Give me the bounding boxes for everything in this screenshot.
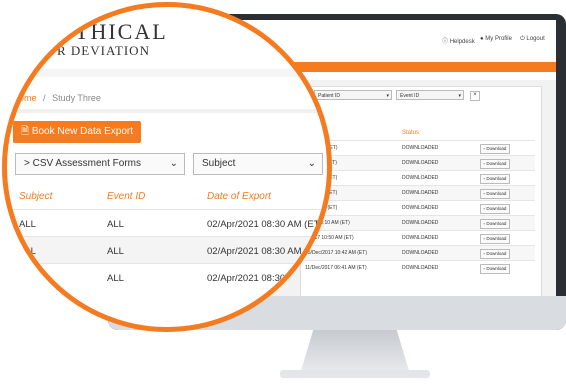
file-icon: ▫ (483, 161, 486, 166)
file-icon: ▫ (483, 206, 486, 211)
file-icon: ▫ (483, 176, 486, 181)
help-icon: ⓘ (442, 39, 449, 45)
event-id-cell: ALL (107, 273, 124, 284)
table-row: ALL ALL 02/Apr/2021 08:30 AM (ET) (7, 209, 325, 237)
user-icon: ● (480, 36, 484, 42)
download-button[interactable]: ▫ Download (480, 204, 510, 214)
chevron-down-icon: ⌄ (169, 158, 178, 169)
subject-cell: ALL (19, 246, 36, 257)
clear-filter-button[interactable]: × (470, 91, 480, 101)
breadcrumb: ome / Study Three (19, 93, 101, 103)
download-button[interactable]: ▫ Download (480, 189, 510, 199)
my-profile-link[interactable]: ● My Profile (480, 36, 512, 42)
export-status: DOWNLOADED (402, 265, 439, 271)
event-id-select[interactable]: Event ID ▾ (396, 90, 464, 100)
subject-select[interactable]: Subject ⌄ (193, 153, 323, 175)
download-button[interactable]: ▫ Download (480, 264, 510, 274)
table-row: ALL ALL 02/Apr/2021 08:30 AM (ET) (7, 263, 325, 291)
table-row: 15/Dec/2017 10:42 AM (ET) DOWNLOADED ▫ Dow… (305, 245, 535, 261)
download-button[interactable]: ▫ Download (480, 234, 510, 244)
chevron-down-icon: ▾ (458, 93, 461, 99)
file-icon: ▫ (483, 266, 486, 271)
download-button[interactable]: ▫ Download (480, 144, 510, 154)
column-header-status: Status (402, 130, 420, 136)
table-row: 11/Dec/2017 06:41 AM (ET) DOWNLOADED ▫ Dow… (305, 260, 535, 276)
table-row: ALL ALL 02/Apr/2021 08:30 AM (ET) (7, 236, 325, 264)
file-icon: ▫ (483, 221, 486, 226)
chevron-down-icon: ⌄ (307, 158, 316, 169)
brand-name: THICAL (75, 19, 168, 44)
export-status: DOWNLOADED (402, 145, 439, 151)
export-status: DOWNLOADED (402, 160, 439, 166)
export-status: DOWNLOADED (402, 250, 439, 256)
date-of-export-cell: 02/Apr/2021 08:30 AM (ET) (207, 246, 323, 257)
export-status: DOWNLOADED (402, 205, 439, 211)
helpdesk-link[interactable]: ⓘ Helpdesk (442, 36, 475, 45)
download-button[interactable]: ▫ Download (480, 249, 510, 259)
table-row: 05:52 AM (ET)DOWNLOADED▫ Download (305, 185, 535, 201)
table-row: 2017 03:10 AM (ET) DOWNLOADED ▫ Download (305, 215, 535, 231)
table-row: 03:55 AM (ET)DOWNLOADED▫ Download (305, 200, 535, 216)
file-icon: ▫ (483, 146, 486, 151)
breadcrumb-current: Study Three (52, 93, 101, 103)
monitor-stand (300, 330, 410, 374)
table-row: 05:58 AM (ET)DOWNLOADED▫ Download (305, 170, 535, 186)
subject-cell: ALL (19, 273, 36, 284)
lens-divider (7, 109, 327, 113)
file-icon: ▫ (483, 236, 486, 241)
file-icon: 🗎 (21, 126, 30, 137)
book-new-data-export-button[interactable]: 🗎 Book New Data Export (13, 121, 141, 143)
table-row: 11:54 AM (ET)DOWNLOADED▫ Download (305, 155, 535, 171)
chevron-down-icon: ▾ (386, 93, 389, 99)
export-status: DOWNLOADED (402, 175, 439, 181)
download-button[interactable]: ▫ Download (480, 174, 510, 184)
download-button[interactable]: ▫ Download (480, 159, 510, 169)
subject-cell: ALL (19, 219, 36, 230)
breadcrumb-home[interactable]: ome (19, 93, 37, 103)
event-id-cell: ALL (107, 246, 124, 257)
export-status: DOWNLOADED (402, 235, 439, 241)
file-icon: ▫ (483, 191, 486, 196)
column-header-date-of-export: Date of Export (207, 191, 271, 202)
assessment-form-select[interactable]: > CSV Assessment Forms ⌄ (15, 153, 185, 175)
lens-header-divider (7, 69, 327, 77)
export-status: DOWNLOADED (402, 220, 439, 226)
power-icon: ⏻ (520, 36, 525, 42)
table-row: 12:06 PM (ET)DOWNLOADED▫ Download (305, 140, 535, 156)
date-of-export-cell: 02/Apr/2021 08:30 AM (ET) (207, 219, 323, 230)
date-of-export-cell: 02/Apr/2021 08:30 AM (ET) (207, 273, 323, 284)
brand-tagline: R DEVIATION (57, 43, 150, 58)
magnifier-lens: THICAL R DEVIATION ome / Study Three 🗎 B… (2, 2, 332, 332)
export-status: DOWNLOADED (402, 190, 439, 196)
column-header-subject: Subject (19, 191, 53, 202)
column-header-event-id: Event ID (107, 191, 146, 202)
logout-link[interactable]: ⏻ Logout (520, 36, 545, 43)
download-button[interactable]: ▫ Download (480, 219, 510, 229)
monitor-stand-base (280, 370, 430, 378)
event-id-cell: ALL (107, 219, 124, 230)
table-row: c/2017 10:50 AM (ET) DOWNLOADED ▫ Download (305, 230, 535, 246)
file-icon: ▫ (483, 251, 486, 256)
